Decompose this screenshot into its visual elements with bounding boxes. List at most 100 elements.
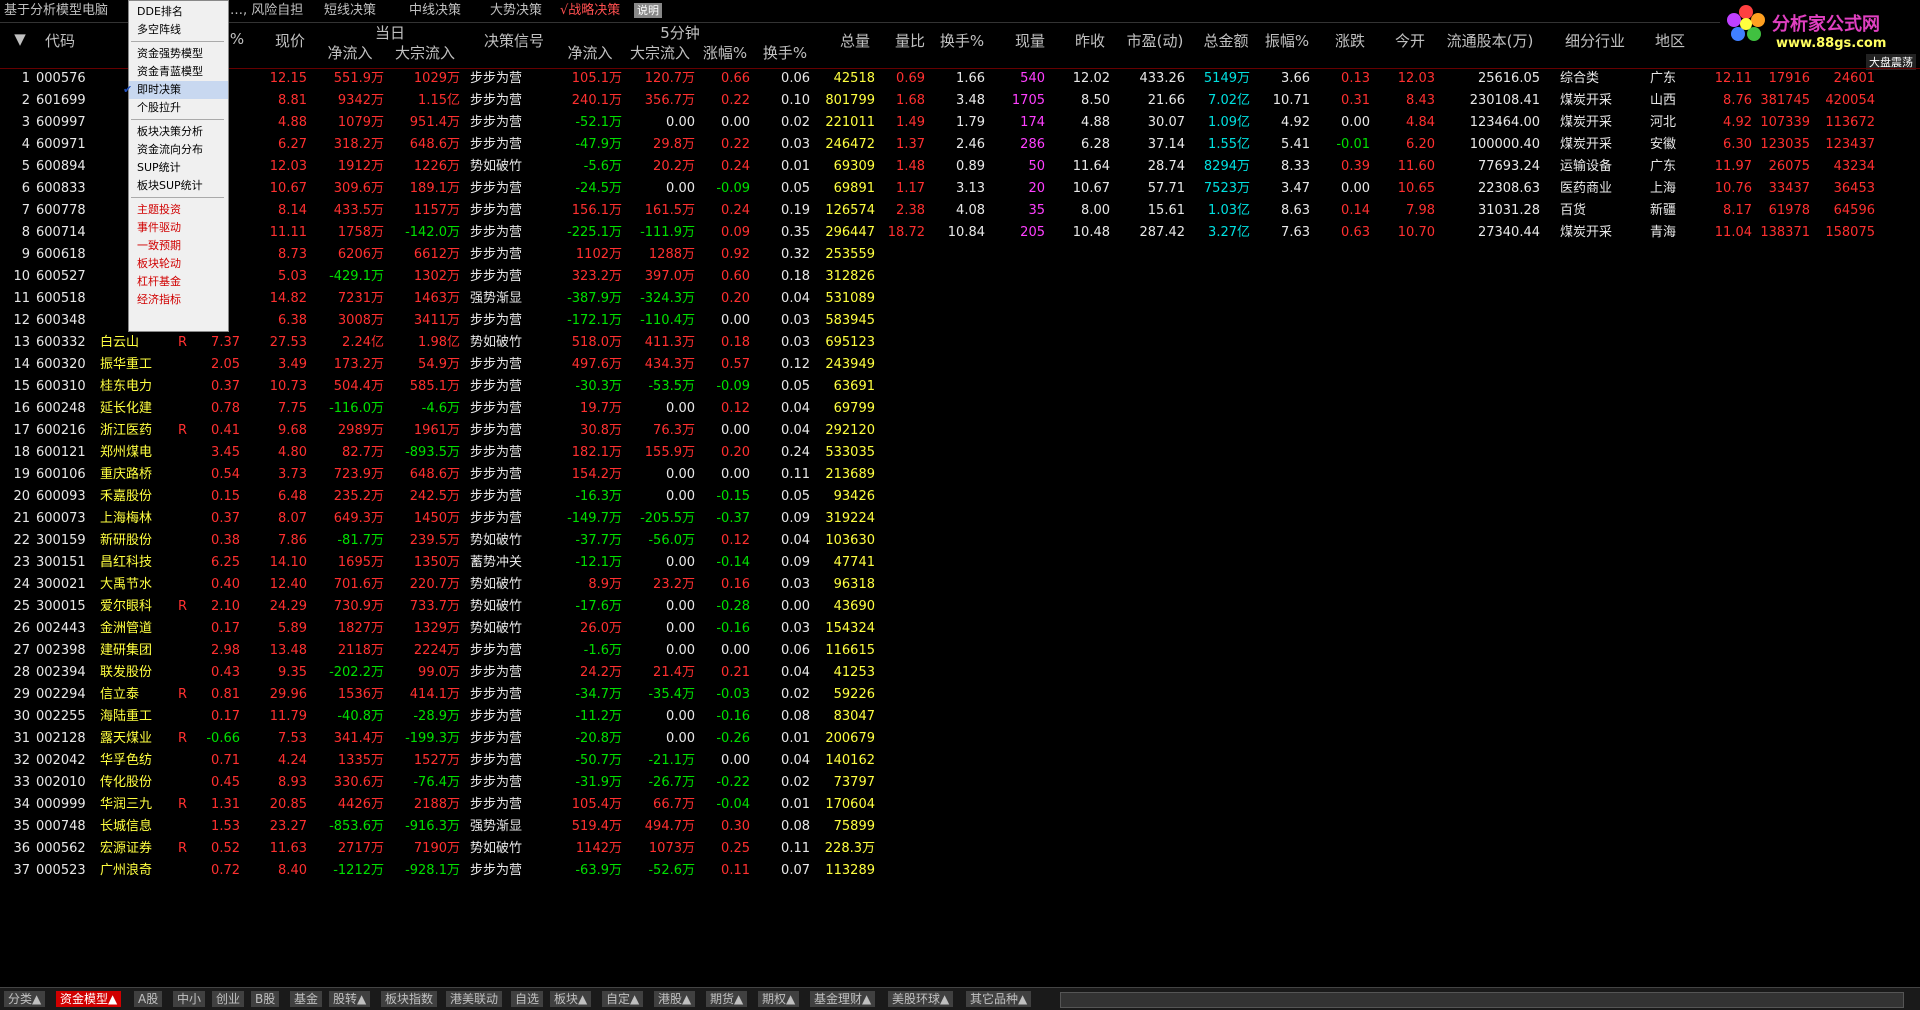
header-signal[interactable]: 决策信号 <box>474 30 554 51</box>
menu-item-theme[interactable]: 主题投资 <box>129 201 228 219</box>
table-row[interactable]: 21 600073 上海梅林 0.37 8.07 649.3万 1450万 步步为营 -149.… <box>0 508 1920 530</box>
table-row[interactable]: 26 002443 金洲管道 0.17 5.89 1827万 1329万 势如破竹 26.0万 0… <box>0 618 1920 640</box>
header-amt[interactable]: 总金额 <box>1196 30 1256 51</box>
table-row[interactable]: 18 600121 郑州煤电 3.45 4.80 82.7万 -893.5万 步步为营 182.… <box>0 442 1920 464</box>
header-code[interactable]: 代码 <box>40 30 80 51</box>
bottom-tab[interactable]: B股 <box>251 991 280 1007</box>
bottom-tab[interactable]: 港股▲ <box>654 991 696 1007</box>
header-netin[interactable]: 净流入 <box>320 42 380 63</box>
table-row[interactable]: 23 300151 昌红科技 6.25 14.10 1695万 1350万 蓄势冲关 -12.1… <box>0 552 1920 574</box>
table-row[interactable]: 35 000748 长城信息 1.53 23.27 -853.6万 -916.3万 强势渐显 5… <box>0 816 1920 838</box>
table-row[interactable]: 36 000562 宏源证券 R 0.52 11.63 2717万 7190万 势如破竹 1142… <box>0 838 1920 860</box>
header-bigin[interactable]: 大宗流入 <box>390 42 460 63</box>
table-row[interactable]: 7 600778 8.14 433.5万 1157万 步步为营 156.1万 161.5万 0.… <box>0 200 1920 222</box>
tab-strategy[interactable]: √战略决策 <box>556 2 624 20</box>
table-row[interactable]: 33 002010 传化股份 0.45 8.93 330.6万 -76.4万 步步为营 -31.… <box>0 772 1920 794</box>
dropdown-icon[interactable]: ▼ <box>10 30 30 48</box>
table-row[interactable]: 16 600248 延长化建 0.78 7.75 -116.0万 -4.6万 步步为营 19.7… <box>0 398 1920 420</box>
menu-item-instant[interactable]: ✔ 即时决策 <box>123 81 228 99</box>
table-row[interactable]: 6 600833 10.67 309.6万 189.1万 步步为营 -24.5万 0.00 -0… <box>0 178 1920 200</box>
header-region[interactable]: 地区 <box>1650 30 1690 51</box>
menu-item-sector-analysis[interactable]: 板块决策分析 <box>129 123 228 141</box>
header-cur[interactable]: 现量 <box>1010 30 1050 51</box>
bottom-tab[interactable]: 板块指数 <box>381 991 438 1007</box>
menu-item-dde[interactable]: DDE排名 <box>129 3 228 21</box>
table-row[interactable]: 2 601699 8.81 9342万 1.15亿 步步为营 240.1万 356.7万 0.2… <box>0 90 1920 112</box>
menu-item-event[interactable]: 事件驱动 <box>129 219 228 237</box>
table-row[interactable]: 1 000576 12.15 551.9万 1029万 步步为营 105.1万 120.7万 0… <box>0 68 1920 90</box>
table-row[interactable]: 10 600527 5.03 -429.1万 1302万 步步为营 323.2万 397.0万… <box>0 266 1920 288</box>
bottom-tab[interactable]: 期权▲ <box>758 991 800 1007</box>
menu-item-rotation[interactable]: 板块轮动 <box>129 255 228 273</box>
menu-item-flow[interactable]: 资金流向分布 <box>129 141 228 159</box>
menu-item-econ[interactable]: 经济指标 <box>129 291 228 309</box>
table-row[interactable]: 31 002128 露天煤业 R -0.66 7.53 341.4万 -199.3万 步步为营 -… <box>0 728 1920 750</box>
menu-item-longshort[interactable]: 多空阵线 <box>129 21 228 39</box>
bottom-tab[interactable]: 股转▲ <box>329 991 371 1007</box>
header-amp[interactable]: 振幅% <box>1262 30 1312 51</box>
header-amp5[interactable]: 涨幅% <box>700 42 750 63</box>
header-pe[interactable]: 市盈(动) <box>1120 30 1190 51</box>
table-row[interactable]: 15 600310 桂东电力 0.37 10.73 504.4万 585.1万 步步为营 -30… <box>0 376 1920 398</box>
header-netin5[interactable]: 净流入 <box>560 42 620 63</box>
table-row[interactable]: 20 600093 禾嘉股份 0.15 6.48 235.2万 242.5万 步步为营 -16.… <box>0 486 1920 508</box>
table-row[interactable]: 11 600518 14.82 7231万 1463万 强势渐显 -387.9万 -324.3… <box>0 288 1920 310</box>
header-vol[interactable]: 总量 <box>830 30 880 51</box>
table-row[interactable]: 34 000999 华润三九 R 1.31 20.85 4426万 2188万 步步为营 105.… <box>0 794 1920 816</box>
header-prev[interactable]: 昨收 <box>1070 30 1110 51</box>
bottom-tab[interactable]: 自定▲ <box>602 991 644 1007</box>
menu-item-sector-sup[interactable]: 板块SUP统计 <box>129 177 228 195</box>
table-row[interactable]: 17 600216 浙江医药 R 0.41 9.68 2989万 1961万 步步为营 30.8万… <box>0 420 1920 442</box>
bottom-tab[interactable]: A股 <box>134 991 163 1007</box>
table-row[interactable]: 8 600714 11.11 1758万 -142.0万 步步为营 -225.1万 -111.… <box>0 222 1920 244</box>
header-price[interactable]: 现价 <box>270 30 310 51</box>
table-row[interactable]: 14 600320 振华重工 2.05 3.49 173.2万 54.9万 步步为营 497.6… <box>0 354 1920 376</box>
horizontal-scrollbar[interactable] <box>1060 992 1904 1008</box>
table-row[interactable]: 27 002398 建研集团 2.98 13.48 2118万 2224万 步步为营 -1.6万… <box>0 640 1920 662</box>
table-row[interactable]: 22 300159 新研股份 0.38 7.86 -81.7万 239.5万 势如破竹 -37.… <box>0 530 1920 552</box>
menu-item-strong[interactable]: 资金强势模型 <box>129 45 228 63</box>
menu-item-sup[interactable]: SUP统计 <box>129 159 228 177</box>
bottom-tab[interactable]: 自选 <box>511 991 544 1007</box>
table-row[interactable]: 37 000523 广州浪奇 0.72 8.40 -1212万 -928.1万 步步为营 -63… <box>0 860 1920 882</box>
header-turn[interactable]: 换手% <box>937 30 987 51</box>
bottom-tab[interactable]: 其它品种▲ <box>966 991 1032 1007</box>
tab-mid-term[interactable]: 中线决策 <box>405 2 465 20</box>
table-row[interactable]: 13 600332 白云山 R 7.37 27.53 2.24亿 1.98亿 势如破竹 518.0… <box>0 332 1920 354</box>
menu-item-qinglan[interactable]: 资金青蓝模型 <box>129 63 228 81</box>
bottom-tab[interactable]: 板块▲ <box>550 991 592 1007</box>
bottom-tab[interactable]: 资金模型▲ <box>56 991 122 1007</box>
bottom-tab[interactable]: 基金 <box>290 991 323 1007</box>
table-row[interactable]: 12 600348 6.38 3008万 3411万 步步为营 -172.1万 -110.4万… <box>0 310 1920 332</box>
table-row[interactable]: 29 002294 信立泰 R 0.81 29.96 1536万 414.1万 步步为营 -34.… <box>0 684 1920 706</box>
table-row[interactable]: 30 002255 海陆重工 0.17 11.79 -40.8万 -28.9万 步步为营 -11… <box>0 706 1920 728</box>
bottom-tab[interactable]: 港美联动 <box>446 991 503 1007</box>
header-chg[interactable]: 涨跌 <box>1330 30 1370 51</box>
menu-item-consensus[interactable]: 一致预期 <box>129 237 228 255</box>
menu-item-leverage[interactable]: 杠杆基金 <box>129 273 228 291</box>
table-row[interactable]: 24 300021 大禹节水 0.40 12.40 701.6万 220.7万 势如破竹 8.9… <box>0 574 1920 596</box>
table-row[interactable]: 3 600997 4.88 1079万 951.4万 步步为营 -52.1万 0.00 0.00… <box>0 112 1920 134</box>
bottom-tab[interactable]: 创业 <box>212 991 245 1007</box>
header-industry[interactable]: 细分行业 <box>1560 30 1630 51</box>
menu-item-lift[interactable]: 个股拉升 <box>129 99 228 117</box>
header-turn5[interactable]: 换手% <box>760 42 810 63</box>
bottom-tab[interactable]: 美股环球▲ <box>888 991 954 1007</box>
table-row[interactable]: 4 600971 6.27 318.2万 648.6万 步步为营 -47.9万 29.8万 0.… <box>0 134 1920 156</box>
header-open[interactable]: 今开 <box>1390 30 1430 51</box>
tab-risk[interactable]: …, 风险自担 <box>226 2 307 20</box>
table-row[interactable]: 5 600894 12.03 1912万 1226万 势如破竹 -5.6万 20.2万 0.24… <box>0 156 1920 178</box>
table-row[interactable]: 9 600618 8.73 6206万 6612万 步步为营 1102万 1288万 0.92 0… <box>0 244 1920 266</box>
bottom-tab[interactable]: 中小 <box>173 991 206 1007</box>
tab-short-term[interactable]: 短线决策 <box>320 2 380 20</box>
table-row[interactable]: 25 300015 爱尔眼科 R 2.10 24.29 730.9万 733.7万 势如破竹 -1… <box>0 596 1920 618</box>
tab-market-trend[interactable]: 大势决策 <box>486 2 546 20</box>
bottom-tab[interactable]: 基金理财▲ <box>810 991 876 1007</box>
bottom-tab[interactable]: 期货▲ <box>706 991 748 1007</box>
explain-button[interactable]: 说明 <box>634 3 662 18</box>
bottom-tab[interactable]: 分类▲ <box>4 991 46 1007</box>
table-row[interactable]: 28 002394 联发股份 0.43 9.35 -202.2万 99.0万 步步为营 24.2… <box>0 662 1920 684</box>
header-float[interactable]: 流通股本(万) <box>1440 30 1540 51</box>
table-row[interactable]: 32 002042 华孚色纺 0.71 4.24 1335万 1527万 步步为营 -50.7万… <box>0 750 1920 772</box>
header-volratio[interactable]: 量比 <box>890 30 930 51</box>
